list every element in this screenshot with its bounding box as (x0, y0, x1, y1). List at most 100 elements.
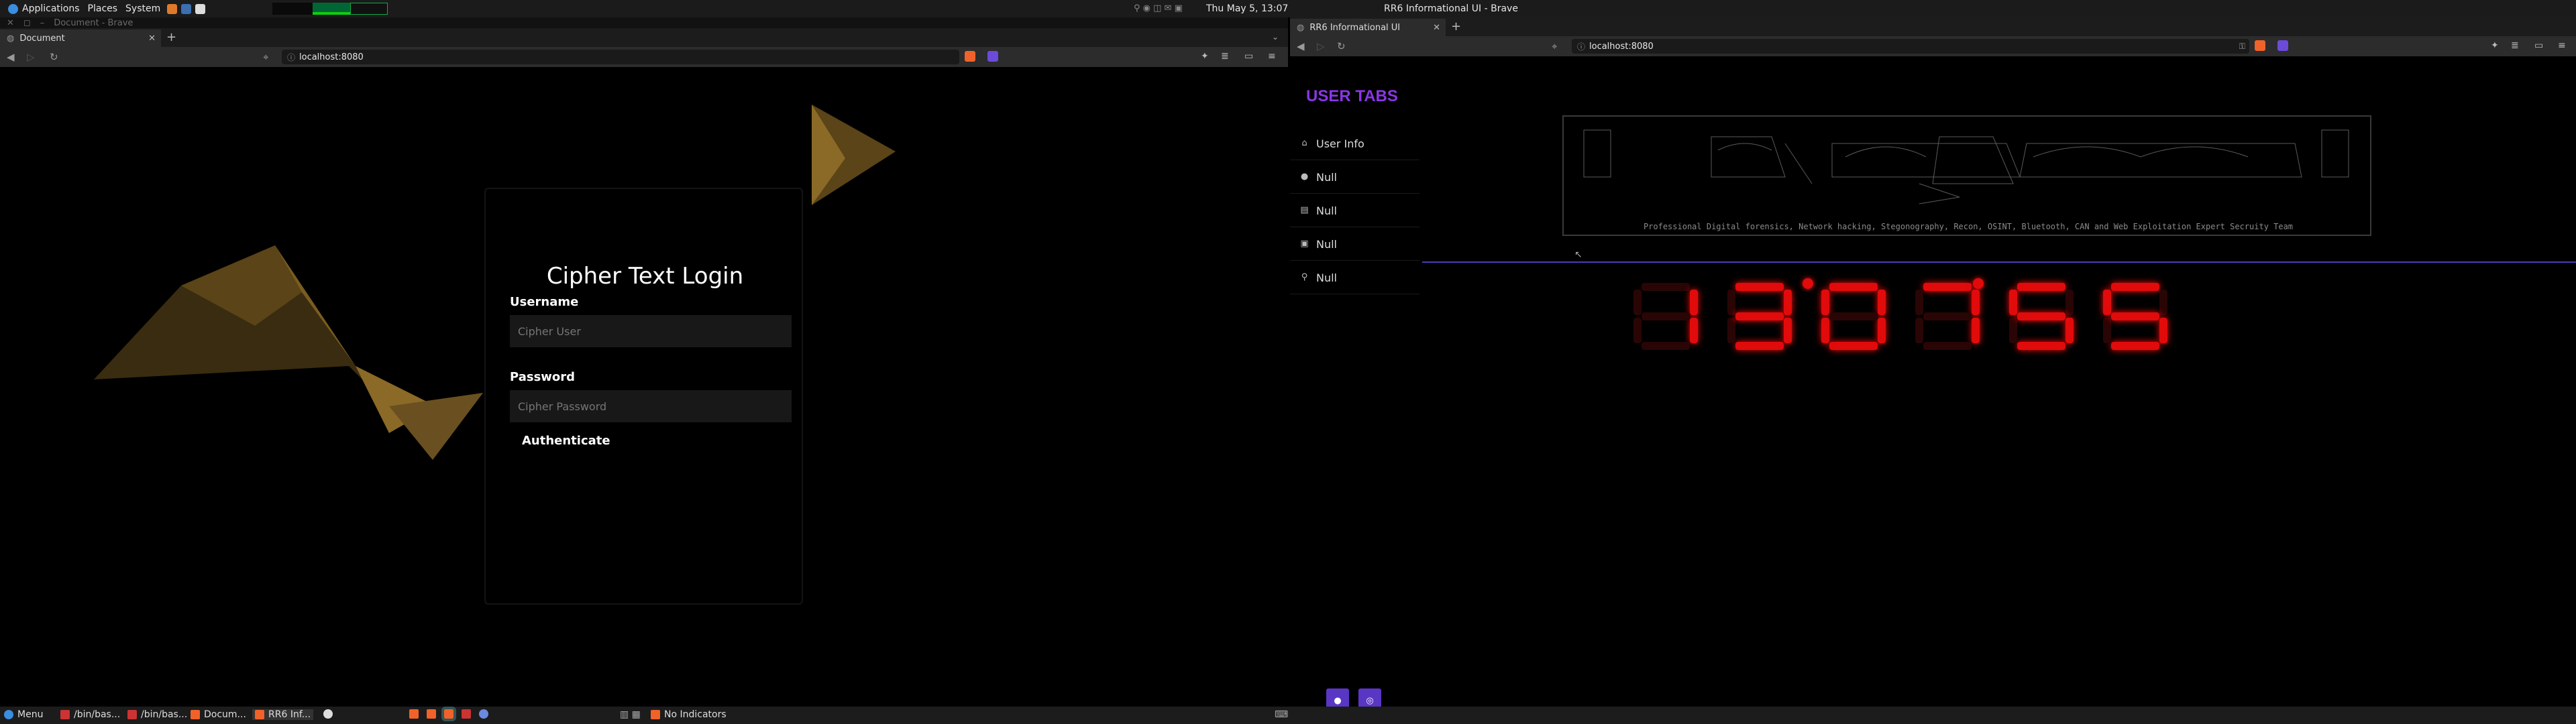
clock-segment (1972, 290, 1980, 315)
brave-rewards-icon[interactable] (987, 51, 998, 62)
contact-icon: ▣ (1300, 239, 1309, 249)
editor-launcher-icon[interactable] (195, 3, 206, 14)
ascii-art-logo (1583, 129, 2349, 204)
clock-segment (1735, 312, 1784, 320)
clock-segment (2111, 342, 2159, 350)
back-icon[interactable]: ◀ (7, 51, 15, 63)
clock-segment (2017, 342, 2065, 350)
taskbar-item-rr6[interactable]: RR6 Inf... (252, 709, 314, 720)
indicators[interactable]: No Indicators (651, 709, 727, 720)
reload-icon[interactable]: ↻ (50, 51, 58, 63)
close-tab-icon[interactable]: ✕ (148, 34, 156, 44)
clock-segment (2065, 290, 2074, 315)
brave-rewards-icon[interactable] (2277, 40, 2288, 51)
keyboard-icon[interactable]: ⌨ (1275, 709, 1288, 720)
sidebar-item-label: Null (1316, 271, 1337, 284)
wallet-icon[interactable]: ▭ (2534, 40, 2543, 51)
extensions-icon[interactable]: ✦ (1201, 51, 1209, 62)
new-tab-icon[interactable]: + (1451, 19, 1461, 34)
show-desktop-icon[interactable] (323, 709, 333, 719)
tab-document[interactable]: ◍ Document ✕ (0, 29, 161, 47)
address-bar[interactable]: ⓘ localhost:8080 ⚿ (1572, 39, 2249, 54)
clock-segment (1690, 318, 1698, 343)
new-tab-icon[interactable]: + (166, 30, 176, 44)
close-tab-icon[interactable]: ✕ (1433, 23, 1440, 33)
brave-icon (255, 710, 264, 719)
sidebar-item-user-info[interactable]: ⌂ User Info (1290, 127, 1419, 160)
maximize-icon[interactable]: ◻ (23, 18, 31, 28)
wallet-icon[interactable]: ▭ (1244, 51, 1253, 62)
clock-digit (1632, 283, 1699, 350)
workspace-switcher-bottom[interactable] (409, 707, 488, 721)
reading-list-icon[interactable]: ≣ (1221, 51, 1229, 62)
sidebar-item-null-2[interactable]: ▤ Null (1290, 194, 1419, 227)
system-menu[interactable]: System (125, 3, 160, 14)
clock-digit (2102, 283, 2169, 350)
authenticate-button[interactable]: Authenticate (522, 434, 610, 448)
clock-segment (1923, 342, 1972, 350)
right-browser-window: ✕ ◻ – ◍RR6 Informational UI✕ + ◀ ▷ ↻ ⌖ ⓘ… (1290, 17, 2576, 713)
username-input[interactable] (510, 315, 792, 347)
brave-icon (409, 709, 419, 719)
clock-segment (1642, 312, 1690, 320)
tab-rr6[interactable]: ◍ RR6 Informational UI ✕ (1290, 19, 1446, 36)
extensions-icon[interactable]: ✦ (2491, 40, 2499, 51)
sidebar-item-label: Null (1316, 170, 1337, 184)
start-menu-button[interactable]: Menu (4, 709, 43, 720)
clock-segment (1727, 318, 1735, 343)
tray-launchers[interactable]: ▥ ▦ (620, 709, 641, 720)
top-panel-clock[interactable]: Thu May 5, 13:07 (1206, 3, 1288, 14)
bookmark-icon[interactable]: ⌖ (263, 51, 268, 63)
brave-shields-icon[interactable] (2255, 40, 2265, 51)
reload-icon[interactable]: ↻ (1337, 40, 1346, 52)
clock-segment (2111, 312, 2159, 320)
places-menu[interactable]: Places (88, 3, 118, 14)
menu-icon[interactable]: ≡ (1268, 51, 1276, 62)
back-icon[interactable]: ◀ (1297, 40, 1305, 52)
password-input[interactable] (510, 390, 792, 422)
brave-shields-icon[interactable] (965, 51, 975, 62)
menu-label: Menu (17, 709, 44, 720)
close-icon[interactable]: ✕ (7, 18, 14, 28)
applications-menu[interactable]: Applications (8, 3, 80, 14)
forward-icon[interactable]: ▷ (27, 51, 35, 63)
ascii-banner: Professional Digital forensics, Network … (1562, 115, 2371, 236)
sidebar-item-null-1[interactable]: ● Null (1290, 161, 1419, 194)
clock-digit (1820, 283, 1887, 350)
taskbar-item-terminal-2[interactable]: /bin/bas... (127, 709, 187, 720)
clock-segment (1821, 290, 1829, 315)
clock-segment (1784, 290, 1792, 315)
sidebar-item-null-3[interactable]: ▣ Null (1290, 228, 1419, 261)
minimize-icon[interactable]: – (40, 18, 45, 28)
clock-segment (2009, 318, 2017, 343)
workspace-switcher[interactable] (272, 3, 313, 15)
network-monitor (350, 3, 388, 15)
clock-segment (1690, 290, 1698, 315)
tab-list-icon[interactable]: ⌄ (1272, 32, 1279, 42)
applications-label: Applications (22, 3, 80, 14)
sidebar-item-null-4[interactable]: ⚲ Null (1290, 261, 1419, 294)
taskbar-label: /bin/bas... (74, 709, 121, 720)
sidebar-item-label: User Info (1316, 137, 1364, 150)
bookmark-icon[interactable]: ⌖ (1552, 40, 1557, 52)
taskbar-item-terminal-1[interactable]: /bin/bas... (60, 709, 120, 720)
firefox-launcher-icon[interactable] (167, 3, 178, 14)
left-titlebar: ✕ ◻ – Document - Brave (0, 17, 1288, 28)
info-icon: ⓘ (287, 52, 296, 62)
terminal-icon (462, 709, 471, 719)
taskbar-label: RR6 Inf... (268, 709, 311, 720)
globe-icon: ◍ (1297, 22, 1305, 33)
tray-icons[interactable]: ⚲ ◉ ◫ ✉ ▣ (1134, 3, 1183, 13)
address-bar[interactable]: ⓘ localhost:8080 (282, 50, 959, 64)
taskbar-item-document[interactable]: Docum... (191, 709, 246, 720)
key-icon[interactable]: ⚿ (2239, 42, 2245, 52)
reading-list-icon[interactable]: ≣ (2511, 40, 2519, 51)
clock-segment (1923, 283, 1972, 291)
files-launcher-icon[interactable] (181, 3, 192, 14)
home-icon: ⌂ (1301, 138, 1307, 148)
distro-logo-icon (8, 3, 18, 14)
menu-icon[interactable]: ≡ (2558, 40, 2566, 51)
forward-icon[interactable]: ▷ (1317, 40, 1325, 52)
clock-segment (1915, 318, 1923, 343)
clock-segment (1915, 290, 1923, 315)
